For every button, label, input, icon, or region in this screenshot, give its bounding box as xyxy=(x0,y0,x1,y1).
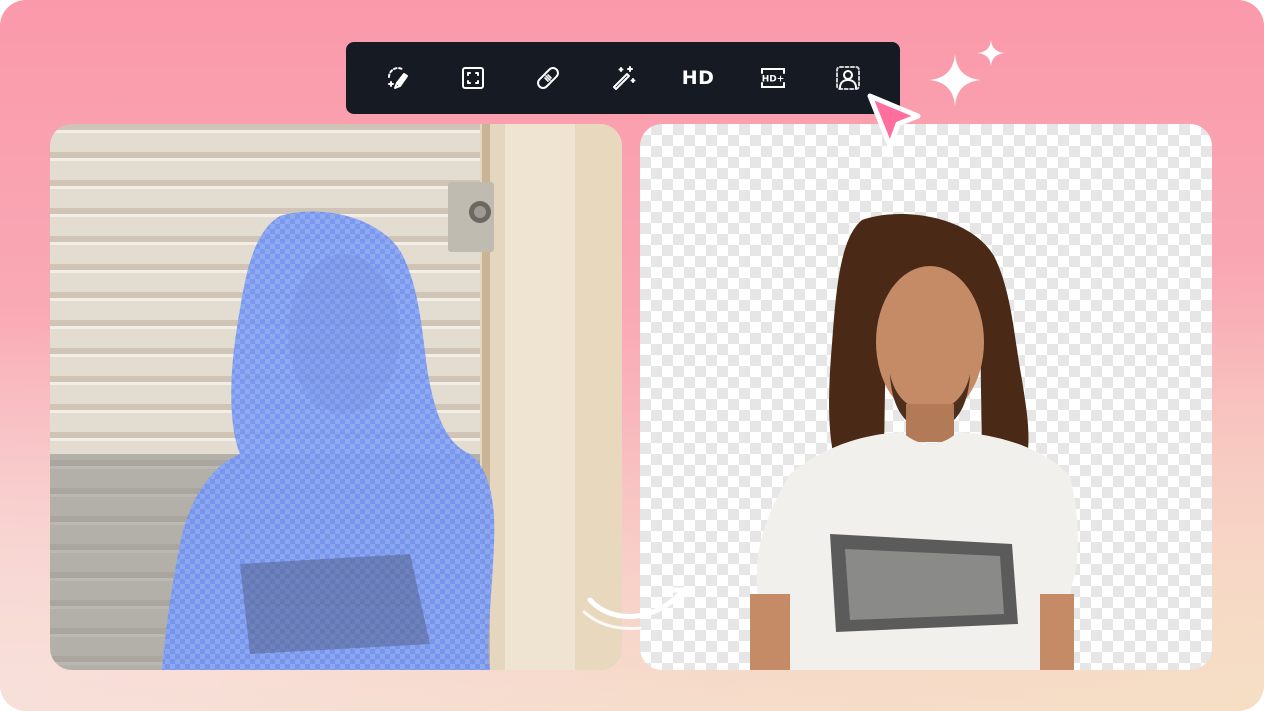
crop-frame-icon xyxy=(461,67,484,89)
crop-button[interactable] xyxy=(451,56,495,100)
bandage-icon xyxy=(536,67,559,89)
sparkle-decoration xyxy=(929,40,1005,106)
curved-arrow-decoration xyxy=(582,587,687,630)
brush-select-button[interactable] xyxy=(376,56,420,100)
brush-sparkle-icon xyxy=(387,67,408,89)
person-face xyxy=(876,266,984,418)
editing-toolbar: HD HD+ xyxy=(346,42,900,114)
pointer-cursor-icon xyxy=(867,93,921,149)
heal-button[interactable] xyxy=(526,56,570,100)
hd-plus-label: HD+ xyxy=(762,75,785,85)
hd-plus-icon: HD+ xyxy=(761,68,786,88)
before-image-panel xyxy=(50,124,622,670)
hd-plus-button[interactable]: HD+ xyxy=(751,56,795,100)
person-cutout-icon xyxy=(836,66,861,90)
background-removed-result xyxy=(750,214,1078,670)
original-photo xyxy=(50,124,622,670)
magic-wand-icon xyxy=(612,66,636,90)
after-image-panel xyxy=(640,124,1212,670)
promo-stage: HD HD+ xyxy=(0,0,1264,711)
hd-label: HD xyxy=(681,67,715,89)
magic-wand-button[interactable] xyxy=(601,56,645,100)
hd-button[interactable]: HD xyxy=(676,56,720,100)
